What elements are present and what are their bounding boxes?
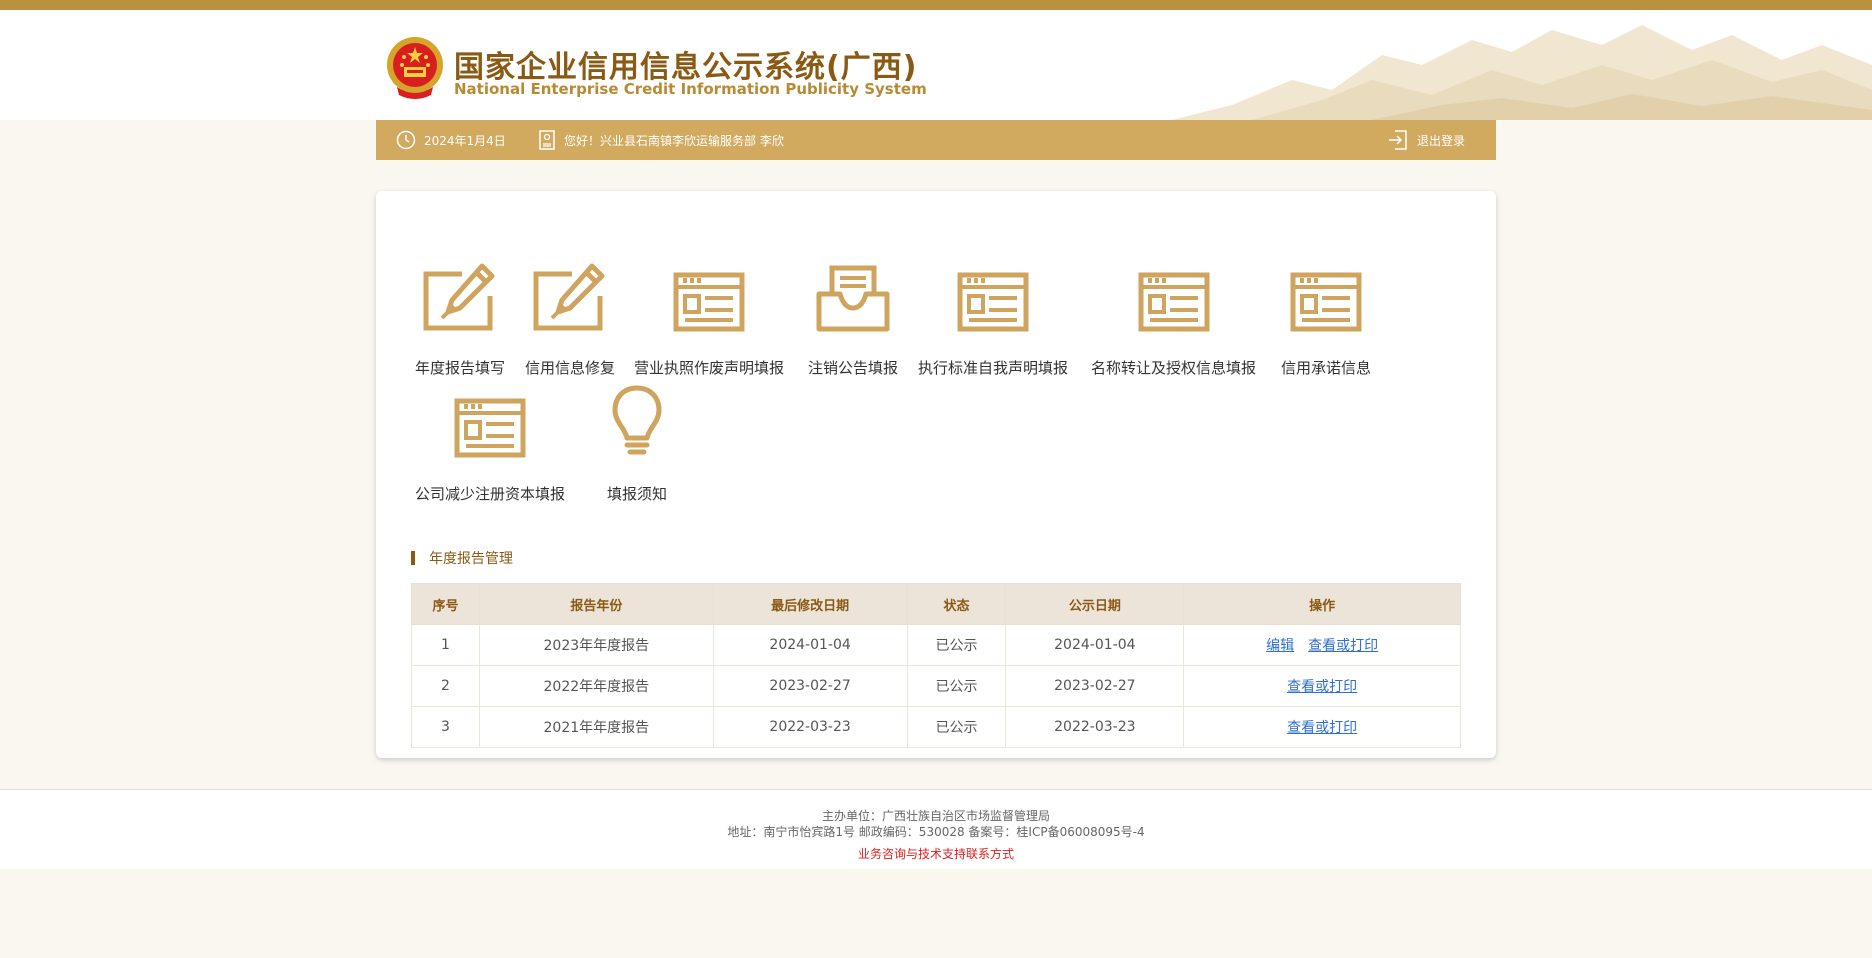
logout-label: 退出登录	[1417, 133, 1466, 148]
cell-status: 已公示	[906, 665, 1007, 707]
cell-published: 2023-02-27	[1005, 665, 1185, 707]
cell-actions: 编辑 查看或打印	[1183, 624, 1461, 666]
col-no: 序号	[411, 583, 480, 625]
form-icon	[450, 384, 530, 458]
cell-year: 2021年年度报告	[478, 706, 714, 748]
footer-address: 地址：南宁市怡宾路1号 邮政编码：530028 备案号：桂ICP备0600809…	[727, 825, 1145, 839]
lightbulb-icon	[597, 384, 677, 458]
form-icon	[669, 258, 749, 332]
table-row: 3 2021年年度报告 2022-03-23 已公示 2022-03-23 查看…	[411, 706, 1461, 748]
cell-published: 2022-03-23	[1005, 706, 1185, 748]
footer: 主办单位：广西壮族自治区市场监督管理局 地址：南宁市怡宾路1号 邮政编码：530…	[0, 789, 1872, 869]
user-greeting: 您好！兴业县石南镇李欣运输服务部 李欣	[538, 120, 784, 160]
func-label: 营业执照作废声明填报	[634, 359, 785, 377]
func-label: 执行标准自我声明填报	[918, 359, 1069, 377]
form-icon	[1134, 258, 1214, 332]
func-label: 年度报告填写	[415, 359, 506, 377]
inbox-icon	[813, 258, 893, 332]
edit-icon	[530, 258, 610, 332]
edit-link[interactable]: 编辑	[1266, 638, 1294, 654]
cell-modified: 2023-02-27	[712, 665, 908, 707]
id-card-icon	[539, 130, 555, 150]
footer-sponsor: 主办单位：广西壮族自治区市场监督管理局	[821, 809, 1050, 823]
table-row: 2 2022年年度报告 2023-02-27 已公示 2023-02-27 查看…	[411, 665, 1461, 707]
func-label: 填报须知	[606, 485, 667, 503]
func-label: 公司减少注册资本填报	[415, 485, 566, 503]
func-capital-reduction[interactable]: 公司减少注册资本填报	[415, 384, 565, 504]
cell-year: 2022年年度报告	[478, 665, 714, 707]
section-marker	[411, 551, 415, 565]
cell-modified: 2022-03-23	[712, 706, 908, 748]
cell-modified: 2024-01-04	[712, 624, 908, 666]
cell-status: 已公示	[906, 706, 1007, 748]
view-print-link[interactable]: 查看或打印	[1287, 679, 1357, 695]
cell-no: 2	[411, 665, 480, 707]
edit-icon	[420, 258, 500, 332]
section-title-text: 年度报告管理	[429, 551, 513, 567]
form-icon	[1286, 258, 1366, 332]
date-text: 2024年1月4日	[424, 133, 506, 148]
logout-icon	[1389, 130, 1407, 150]
cell-actions: 查看或打印	[1183, 706, 1461, 748]
cell-published: 2024-01-04	[1005, 624, 1185, 666]
national-emblem-icon	[387, 37, 443, 99]
view-print-link[interactable]: 查看或打印	[1308, 638, 1378, 654]
mountain-decoration	[1172, 25, 1872, 120]
func-credit-repair[interactable]: 信用信息修复	[525, 258, 615, 378]
cell-no: 3	[411, 706, 480, 748]
cell-no: 1	[411, 624, 480, 666]
col-published: 公示日期	[1005, 583, 1185, 625]
col-year: 报告年份	[478, 583, 714, 625]
date-display: 2024年1月4日	[396, 120, 506, 160]
col-actions: 操作	[1183, 583, 1461, 625]
func-label: 名称转让及授权信息填报	[1091, 359, 1257, 377]
header: 国家企业信用信息公示系统(广西) National Enterprise Cre…	[0, 10, 1872, 120]
table-header-row: 序号 报告年份 最后修改日期 状态 公示日期 操作	[411, 583, 1461, 625]
form-icon	[953, 258, 1033, 332]
func-credit-commitment[interactable]: 信用承诺信息	[1281, 258, 1371, 378]
cell-actions: 查看或打印	[1183, 665, 1461, 707]
cell-status: 已公示	[906, 624, 1007, 666]
annual-report-table: 序号 报告年份 最后修改日期 状态 公示日期 操作 1 2023年年度报告 20…	[411, 583, 1461, 748]
site-subtitle: National Enterprise Credit Information P…	[454, 80, 927, 98]
footer-contact-link[interactable]: 业务咨询与技术支持联系方式	[0, 845, 1872, 862]
logout-button[interactable]: 退出登录	[1387, 120, 1465, 160]
greeting-text: 您好！兴业县石南镇李欣运输服务部 李欣	[564, 133, 784, 148]
clock-icon	[396, 130, 416, 150]
col-modified: 最后修改日期	[712, 583, 908, 625]
cell-year: 2023年年度报告	[478, 624, 714, 666]
table-row: 1 2023年年度报告 2024-01-04 已公示 2024-01-04 编辑…	[411, 624, 1461, 666]
top-strip	[0, 0, 1872, 10]
func-label: 信用信息修复	[525, 359, 616, 377]
func-license-void[interactable]: 营业执照作废声明填报	[634, 258, 784, 378]
section-title: 年度报告管理	[411, 550, 513, 567]
func-label: 注销公告填报	[808, 359, 899, 377]
info-bar: 2024年1月4日 您好！兴业县石南镇李欣运输服务部 李欣 退出登录	[376, 120, 1496, 160]
func-standard-declaration[interactable]: 执行标准自我声明填报	[918, 258, 1068, 378]
func-label: 信用承诺信息	[1281, 359, 1372, 377]
col-status: 状态	[906, 583, 1007, 625]
func-name-transfer[interactable]: 名称转让及授权信息填报	[1091, 258, 1256, 378]
func-deregistration[interactable]: 注销公告填报	[808, 258, 898, 378]
func-annual-report[interactable]: 年度报告填写	[415, 258, 505, 378]
func-filing-notice[interactable]: 填报须知	[597, 384, 677, 504]
view-print-link[interactable]: 查看或打印	[1287, 720, 1357, 736]
